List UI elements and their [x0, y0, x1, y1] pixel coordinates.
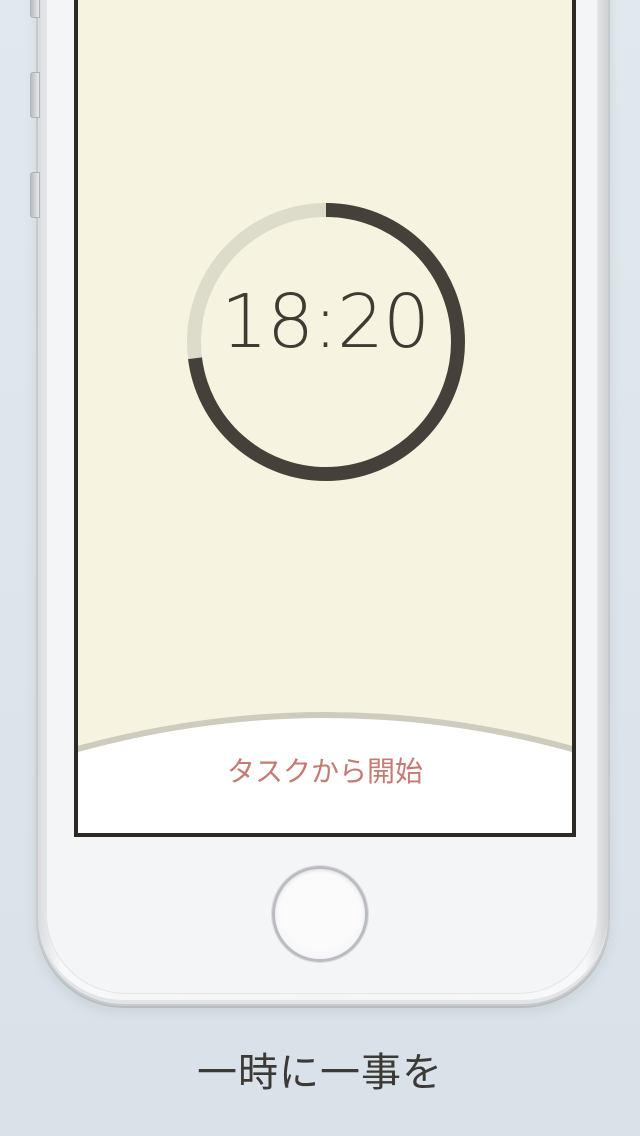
start-from-task-button[interactable]: タスクから開始 [78, 750, 572, 790]
volume-down-button [30, 172, 40, 218]
promo-stage: 18:20 タスクから開始 一時に一事を [0, 0, 640, 1136]
home-button[interactable] [272, 866, 368, 962]
app-screen: 18:20 タスクから開始 [74, 0, 576, 837]
volume-up-button [30, 72, 40, 118]
tagline: 一時に一事を [197, 1050, 443, 1096]
mute-switch [30, 0, 40, 18]
bottom-sheet [78, 712, 572, 833]
